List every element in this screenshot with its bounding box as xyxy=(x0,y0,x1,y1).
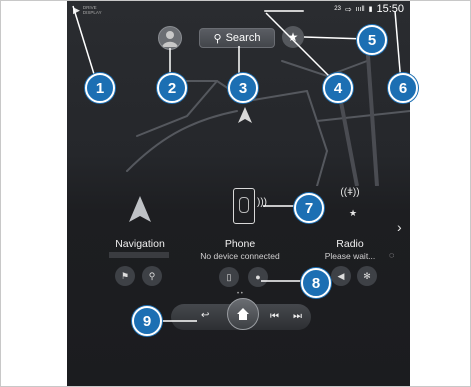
callout-3: 3 xyxy=(228,73,258,103)
callout-9: 9 xyxy=(132,306,162,336)
figure-frame: ▶ DRIVE DISPLAY ⚲ Search ★ 23 ⇨ ıııll ▮ … xyxy=(0,0,471,387)
callout-lines xyxy=(72,5,402,322)
callout-8: 8 xyxy=(301,268,331,298)
callout-6: 6 xyxy=(388,73,418,103)
callout-4: 4 xyxy=(323,73,353,103)
callout-7: 7 xyxy=(294,193,324,223)
callout-5: 5 xyxy=(357,25,387,55)
callout-2: 2 xyxy=(157,73,187,103)
callout-1: 1 xyxy=(85,73,115,103)
